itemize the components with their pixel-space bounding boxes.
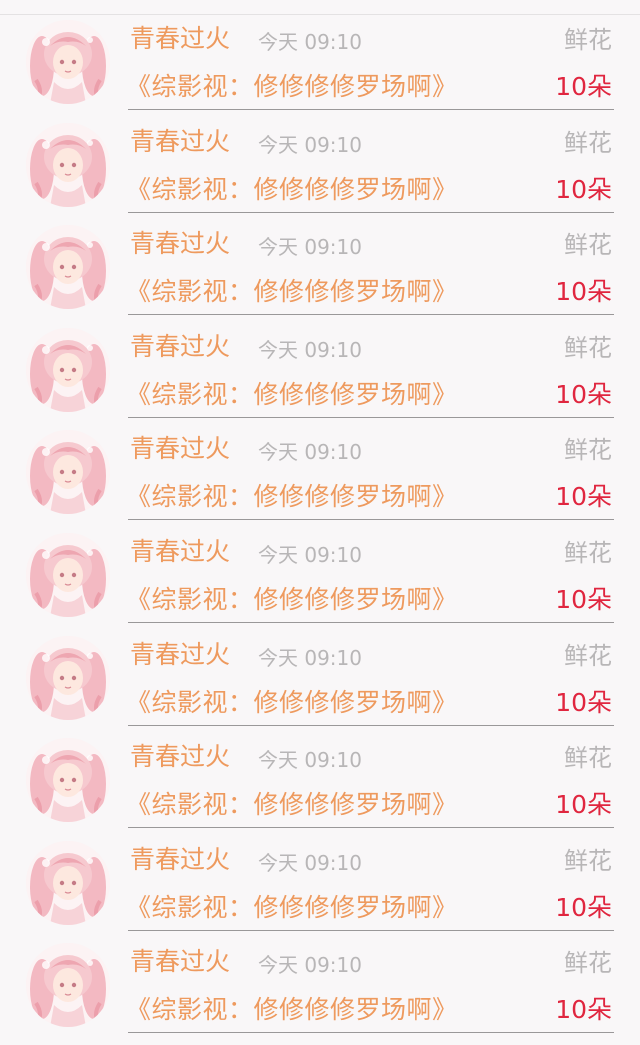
anime-girl-avatar-icon [26,943,110,1028]
gift-type-label: 鲜花 [564,539,612,567]
gift-record-row[interactable]: 青春过火 今天 09:10 鲜花 《综影视：修修修修罗场啊》 10朵 [0,738,640,840]
row-divider [128,929,614,931]
timestamp: 今天 09:10 [258,235,362,260]
gift-record-row[interactable]: 青春过火 今天 09:10 鲜花 《综影视：修修修修罗场啊》 10朵 [0,840,640,943]
row-divider [128,1032,614,1034]
row-divider [128,827,614,829]
row-divider [128,314,614,316]
gift-count: 10朵 [555,482,612,512]
gift-record-row[interactable]: 青春过火 今天 09:10 鲜花 《综影视：修修修修罗场啊》 10朵 [0,327,640,430]
gift-type-label: 鲜花 [564,641,612,670]
book-title-link[interactable]: 《综影视：修修修修罗场啊》 [126,686,458,720]
avatar[interactable] [26,225,110,310]
gift-type-label: 鲜花 [564,846,612,875]
gift-count: 10朵 [555,174,612,204]
sender-name[interactable]: 青春过火 [130,330,230,364]
anime-girl-avatar-icon [26,122,110,207]
book-title-link[interactable]: 《综影视：修修修修罗场啊》 [126,993,458,1027]
gift-type-label: 鲜花 [564,128,612,157]
gift-type-label: 鲜花 [564,333,612,362]
sender-name[interactable]: 青春过火 [130,638,230,672]
sender-name[interactable]: 青春过火 [130,22,230,56]
avatar[interactable] [26,122,110,207]
gift-record-row[interactable]: 青春过火 今天 09:10 鲜花 《综影视：修修修修罗场啊》 10朵 [0,430,640,532]
timestamp: 今天 09:10 [258,132,362,157]
gift-record-row[interactable]: 青春过火 今天 09:10 鲜花 《综影视：修修修修罗场啊》 10朵 [0,122,640,225]
sender-name[interactable]: 青春过火 [130,535,230,569]
gift-record-screen: 青春过火 今天 09:10 鲜花 《综影视：修修修修罗场啊》 10朵 青春过火 … [0,0,640,1045]
gift-record-row[interactable]: 青春过火 今天 09:10 鲜花 《综影视：修修修修罗场啊》 10朵 [0,20,640,122]
gift-count: 10朵 [555,687,612,717]
gift-count: 10朵 [555,585,612,614]
timestamp: 今天 09:10 [258,543,362,567]
timestamp: 今天 09:10 [258,748,362,773]
sender-name[interactable]: 青春过火 [130,945,230,979]
anime-girl-avatar-icon [26,533,110,617]
book-title-link[interactable]: 《综影视：修修修修罗场啊》 [126,275,458,309]
timestamp: 今天 09:10 [258,337,362,362]
sender-name[interactable]: 青春过火 [130,125,230,159]
book-title-link[interactable]: 《综影视：修修修修罗场啊》 [126,70,458,104]
row-divider [128,109,614,110]
timestamp: 今天 09:10 [258,645,362,670]
gift-record-row[interactable]: 青春过火 今天 09:10 鲜花 《综影视：修修修修罗场啊》 10朵 [0,943,640,1045]
gift-record-row[interactable]: 青春过火 今天 09:10 鲜花 《综影视：修修修修罗场啊》 10朵 [0,635,640,738]
sender-name[interactable]: 青春过火 [130,843,230,877]
avatar[interactable] [26,327,110,412]
anime-girl-avatar-icon [26,327,110,412]
book-title-link[interactable]: 《综影视：修修修修罗场啊》 [126,378,458,412]
sender-name[interactable]: 青春过火 [130,227,230,261]
row-divider [128,622,614,623]
timestamp: 今天 09:10 [258,850,362,875]
avatar[interactable] [26,533,110,617]
book-title-link[interactable]: 《综影视：修修修修罗场啊》 [126,583,458,617]
gift-count: 10朵 [555,995,612,1025]
book-title-link[interactable]: 《综影视：修修修修罗场啊》 [126,173,458,207]
row-divider [128,211,614,213]
anime-girl-avatar-icon [26,225,110,310]
anime-girl-avatar-icon [26,430,110,515]
avatar[interactable] [26,738,110,823]
anime-girl-avatar-icon [26,840,110,925]
anime-girl-avatar-icon [26,635,110,720]
gift-count: 10朵 [555,379,612,409]
row-divider [128,416,614,418]
gift-type-label: 鲜花 [564,231,612,260]
avatar[interactable] [26,20,110,104]
avatar[interactable] [26,430,110,515]
anime-girl-avatar-icon [26,20,110,104]
avatar[interactable] [26,635,110,720]
gift-count: 10朵 [555,72,612,101]
book-title-link[interactable]: 《综影视：修修修修罗场啊》 [126,891,458,925]
anime-girl-avatar-icon [26,738,110,823]
book-title-link[interactable]: 《综影视：修修修修罗场啊》 [126,480,458,514]
gift-record-row[interactable]: 青春过火 今天 09:10 鲜花 《综影视：修修修修罗场啊》 10朵 [0,225,640,327]
row-divider [128,519,614,521]
avatar[interactable] [26,840,110,925]
sender-name[interactable]: 青春过火 [130,740,230,774]
row-divider [128,724,614,726]
sender-name[interactable]: 青春过火 [130,432,230,466]
gift-record-row[interactable]: 青春过火 今天 09:10 鲜花 《综影视：修修修修罗场啊》 10朵 [0,533,640,635]
gift-count: 10朵 [555,790,612,820]
gift-count: 10朵 [555,892,612,922]
timestamp: 今天 09:10 [258,30,362,54]
gift-type-label: 鲜花 [564,436,612,465]
avatar[interactable] [26,943,110,1028]
top-divider [0,14,640,15]
timestamp: 今天 09:10 [258,440,362,465]
timestamp: 今天 09:10 [258,953,362,978]
gift-type-label: 鲜花 [564,26,612,54]
book-title-link[interactable]: 《综影视：修修修修罗场啊》 [126,788,458,822]
gift-type-label: 鲜花 [564,949,612,978]
gift-type-label: 鲜花 [564,744,612,773]
gift-count: 10朵 [555,277,612,307]
